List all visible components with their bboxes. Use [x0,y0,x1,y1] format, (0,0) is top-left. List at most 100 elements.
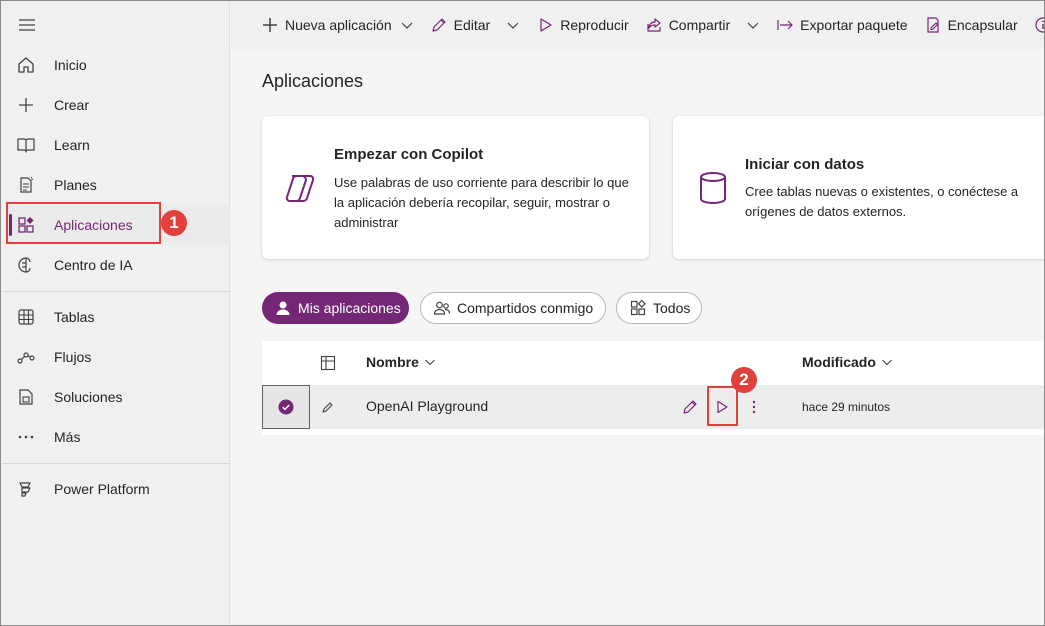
nav-label: Power Platform [54,481,150,497]
row-play-button[interactable] [710,395,734,419]
solutions-icon [16,387,36,407]
nav-item-tablas[interactable]: Tablas [7,297,229,337]
more-vertical-icon [746,399,762,415]
annotation-step-1-badge: 1 [161,210,187,236]
app-name-link[interactable]: OpenAI Playground [366,398,488,414]
info-icon [1034,16,1045,34]
card-title: Empezar con Copilot [334,146,484,163]
chevron-down-icon [746,18,760,32]
nav-item-planes[interactable]: Planes [7,165,229,205]
share-icon [645,16,663,34]
plus-icon [16,95,36,115]
share-options-chevron[interactable] [738,1,768,49]
export-package-label: Exportar paquete [800,17,908,33]
nav-item-soluciones[interactable]: Soluciones [7,377,229,417]
nav-item-power-platform[interactable]: Power Platform [7,469,229,509]
edit-options-chevron[interactable] [498,1,528,49]
nav-item-inicio[interactable]: Inicio [7,45,229,85]
nav-item-learn[interactable]: Learn [7,125,229,165]
page-title: Aplicaciones [262,71,364,91]
all-label: Todos [653,300,691,316]
nav-item-mas[interactable]: Más [7,417,229,457]
nav-label: Centro de IA [54,257,133,273]
my-apps-label: Mis aplicaciones [298,300,401,316]
command-bar: Nueva aplicación Editar Reproducir Compa… [231,1,1045,49]
pencil-icon [681,398,699,416]
row-more-options-button[interactable] [742,395,766,419]
my-apps-filter[interactable]: Mis aplicaciones [262,292,409,324]
home-icon [16,55,36,75]
nav-label: Soluciones [54,389,123,405]
nav-divider [2,291,230,292]
left-navigation: Inicio Crear Learn Planes Aplicaciones C… [1,1,230,625]
modified-column-header[interactable]: Modificado [802,354,893,370]
nav-item-crear[interactable]: Crear [7,85,229,125]
checkmark-circle-icon [278,399,294,415]
flow-icon [16,347,36,367]
chevron-down-icon[interactable] [400,18,414,32]
people-icon [433,299,451,317]
nav-divider [2,463,230,464]
nav-label: Learn [54,137,90,153]
nav-label: Tablas [54,309,95,325]
row-edit-button[interactable] [678,395,702,419]
hamburger-menu-icon[interactable] [17,15,37,35]
pencil-icon [430,16,448,34]
chevron-down-icon [881,356,893,368]
nav-item-centro-de-ia[interactable]: Centro de IA [7,245,229,285]
person-icon [274,299,292,317]
card-title: Iniciar con datos [745,156,865,173]
modified-time: hace 29 minutos [802,400,891,414]
wrap-label: Encapsular [947,17,1018,33]
table-row[interactable]: OpenAI Playground hace 29 minutos [262,385,1044,429]
play-icon [536,16,554,34]
table-icon [16,307,36,327]
all-filter[interactable]: Todos [616,292,702,324]
plan-icon [16,175,36,195]
modified-column-label: Modificado [802,354,876,370]
shared-with-me-filter[interactable]: Compartidos conmigo [420,292,606,324]
brain-icon [16,255,36,275]
start-with-data-card[interactable]: Iniciar con datos Cree tablas nuevas o e… [673,116,1045,259]
play-icon [714,399,730,415]
wrap-button[interactable]: Encapsular [916,1,1026,49]
row-select-checkbox[interactable] [262,385,310,429]
database-icon [693,168,733,208]
annotation-step-2-badge: 2 [731,367,757,393]
nav-label: Planes [54,177,97,193]
more-icon [16,427,36,447]
info-button[interactable] [1026,1,1045,49]
chevron-down-icon [506,18,520,32]
chevron-down-icon [424,356,436,368]
name-column-label: Nombre [366,354,419,370]
apps-table: Nombre Modificado OpenAI Playground hace… [262,341,1044,435]
card-description: Use palabras de uso corriente para descr… [334,175,629,230]
wrap-icon [924,16,942,34]
edit-label: Editar [453,17,491,33]
play-label: Reproducir [560,17,629,33]
plus-icon [261,16,279,34]
table-header: Nombre Modificado [262,341,1044,385]
nav-label: Inicio [54,57,87,73]
export-package-button[interactable]: Exportar paquete [768,1,915,49]
all-apps-icon [629,299,647,317]
name-column-header[interactable]: Nombre [366,354,436,370]
nav-label: Aplicaciones [54,217,133,233]
shared-with-me-label: Compartidos conmigo [457,300,594,316]
card-description: Cree tablas nuevas o existentes, o conéc… [745,184,1019,219]
nav-label: Más [54,429,81,445]
copilot-icon [282,168,322,208]
edit-button[interactable]: Editar [422,1,499,49]
share-button[interactable]: Compartir [637,1,738,49]
app-type-column-icon[interactable] [320,355,336,371]
book-icon [16,135,36,155]
new-app-button[interactable]: Nueva aplicación [231,1,422,49]
canvas-app-icon [320,399,336,415]
copilot-start-card[interactable]: Empezar con Copilot Use palabras de uso … [262,116,649,259]
nav-item-aplicaciones[interactable]: Aplicaciones [7,205,229,245]
new-app-label: Nueva aplicación [285,17,392,33]
play-button[interactable]: Reproducir [528,1,636,49]
share-label: Compartir [668,17,731,33]
nav-item-flujos[interactable]: Flujos [7,337,229,377]
apps-icon [16,215,36,235]
